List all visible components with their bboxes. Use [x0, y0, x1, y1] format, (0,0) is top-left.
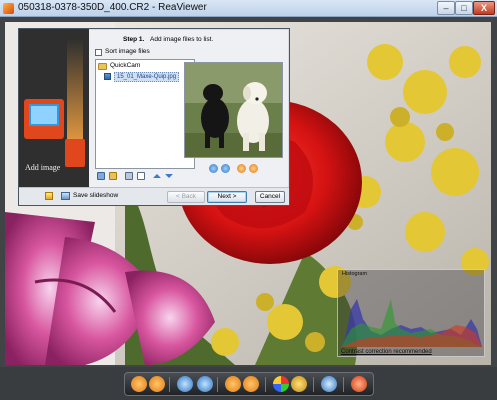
title-bar: 050318-0378-350D_400.CR2 - ReaViewer – □… [0, 0, 497, 17]
add-folder-icon[interactable] [109, 172, 117, 180]
close-button[interactable]: X [473, 1, 495, 15]
tree-file-label: 15_01_Maxe-Quip.jpg [114, 72, 180, 82]
histogram-graph [341, 299, 482, 347]
rotate-right-icon[interactable] [249, 164, 258, 173]
window-title: 050318-0378-350D_400.CR2 - ReaViewer [18, 2, 207, 13]
folder-icon [98, 63, 107, 70]
zoom-in-icon[interactable] [177, 376, 193, 392]
preview-toolbar [209, 164, 279, 174]
step-label: Step 1. [123, 36, 145, 43]
image-file-list[interactable]: QuickCam 15_01_Maxe-Quip.jpg [95, 59, 195, 169]
settings-icon[interactable] [321, 376, 337, 392]
histogram-title: Histogram [342, 271, 368, 277]
select-all-icon[interactable] [125, 172, 133, 180]
slideshow-icon [61, 192, 70, 200]
reaviewer-window: 050318-0378-350D_400.CR2 - ReaViewer – □… [0, 0, 497, 400]
add-files-icon[interactable] [97, 172, 105, 180]
sort-files-checkbox[interactable] [95, 49, 102, 56]
edit-icon[interactable] [291, 376, 307, 392]
save-icon[interactable] [45, 192, 53, 200]
save-slideshow-link[interactable]: Save slideshow [73, 192, 118, 199]
main-toolbar [124, 372, 374, 396]
next-button[interactable]: Next > [207, 191, 247, 203]
cancel-button[interactable]: Cancel [255, 191, 285, 203]
sort-files-label: Sort image files [105, 48, 150, 55]
step-instruction: Add image files to list. [150, 36, 214, 43]
contrast-correction-link[interactable]: Contrast correction recommended [341, 349, 432, 355]
zoom-in-icon[interactable] [209, 164, 218, 173]
histogram-panel[interactable]: Histogram Contrast correction recommende… [337, 269, 485, 357]
toolbar-separator [313, 377, 314, 392]
rotate-right-icon[interactable] [243, 376, 259, 392]
toolbar-separator [343, 377, 344, 392]
remove-icon[interactable] [137, 172, 145, 180]
maximize-button[interactable]: □ [455, 1, 473, 15]
rotate-left-icon[interactable] [237, 164, 246, 173]
dogs-preview-image [185, 63, 282, 157]
toolbar-separator [217, 377, 218, 392]
promo-label: Add image [25, 163, 61, 172]
rotate-left-icon[interactable] [225, 376, 241, 392]
dialog-footer: Save slideshow < Back Next > Cancel [19, 187, 289, 205]
zoom-out-icon[interactable] [197, 376, 213, 392]
wizard-promo-panel: Add image [19, 29, 89, 187]
image-preview [184, 62, 283, 158]
tree-folder-label: QuickCam [110, 62, 141, 69]
toolbar-separator [169, 377, 170, 392]
previous-icon[interactable] [131, 376, 147, 392]
image-file-icon [104, 73, 111, 80]
move-down-icon[interactable] [165, 174, 173, 178]
power-icon[interactable] [351, 376, 367, 392]
zoom-out-icon[interactable] [221, 164, 230, 173]
bottom-bar [0, 367, 497, 400]
adjust-colors-icon[interactable] [273, 376, 289, 392]
minimize-button[interactable]: – [437, 1, 455, 15]
back-button[interactable]: < Back [167, 191, 205, 203]
app-icon [3, 3, 14, 14]
next-icon[interactable] [149, 376, 165, 392]
file-list-toolbar [95, 172, 195, 182]
move-up-icon[interactable] [153, 174, 161, 178]
toolbar-separator [265, 377, 266, 392]
slideshow-wizard-dialog: Add image Step 1. Add image files to lis… [18, 28, 290, 206]
